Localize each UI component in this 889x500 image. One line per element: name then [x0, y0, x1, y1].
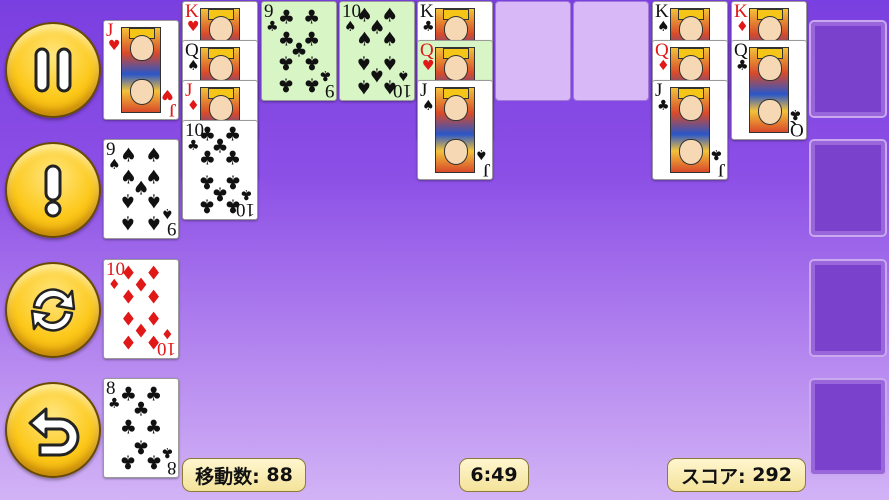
card-pips: ♣ ♣ ♣ ♣ ♣ ♣ ♣ ♣ ♣ ♣ — [198, 123, 242, 217]
card-pips: ♠ ♠ ♠ ♠ ♠ ♠ ♠ ♠ ♠ ♠ — [355, 4, 399, 98]
refresh-icon — [30, 288, 76, 332]
moves-counter: 移動数: 88 — [182, 458, 306, 492]
card-jack-of-spades[interactable]: J ♠ J ♠ — [417, 80, 493, 180]
timer: 6:49 — [459, 458, 529, 492]
card-ten-of-clubs[interactable]: 10 ♣ ♣ ♣ ♣ ♣ ♣ ♣ ♣ ♣ ♣ ♣ 10 ♣ — [182, 120, 258, 220]
card-pips: ♣ ♣ ♣ ♣ ♣ ♣ ♣ ♣ ♣ — [277, 6, 321, 96]
foundation-slot[interactable] — [809, 139, 887, 237]
redeal-button[interactable] — [5, 262, 101, 358]
card-queen-of-clubs[interactable]: Q ♣ Q ♣ — [731, 40, 807, 140]
face-art — [435, 87, 475, 173]
face-art — [121, 27, 161, 113]
score-counter: スコア: 292 — [667, 458, 806, 492]
card-pips: ♣ ♣ ♣ ♣ ♣ ♣ ♣ ♣ — [119, 383, 163, 473]
score-value: 292 — [752, 464, 792, 486]
pause-button[interactable] — [5, 22, 101, 118]
undo-button[interactable] — [5, 382, 101, 478]
card-jack-of-hearts[interactable]: J ♥ J ♥ — [103, 20, 179, 120]
foundation-slot[interactable] — [809, 20, 887, 118]
card-nine-of-spades[interactable]: 9 ♠ ♠ ♠ ♠ ♠ ♠ ♠ ♠ ♠ ♠ 9 ♠ — [103, 139, 179, 239]
exclamation-icon — [44, 164, 62, 218]
timer-value: 6:49 — [470, 464, 518, 486]
moves-value: 88 — [266, 464, 293, 486]
undo-icon — [28, 407, 80, 457]
card-nine-of-clubs[interactable]: 9 ♣ ♣ ♣ ♣ ♣ ♣ ♣ ♣ ♣ ♣ 9 ♣ — [261, 1, 337, 101]
card-ten-of-diamonds[interactable]: 10 ♦ ♦ ♦ ♦ ♦ ♦ ♦ ♦ ♦ ♦ ♦ 10 ♦ — [103, 259, 179, 359]
score-label: スコア: — [681, 465, 746, 488]
face-art — [749, 47, 789, 133]
card-ten-of-spades[interactable]: 10 ♠ ♠ ♠ ♠ ♠ ♠ ♠ ♠ ♠ ♠ ♠ 10 ♠ — [339, 1, 415, 101]
card-pips: ♠ ♠ ♠ ♠ ♠ ♠ ♠ ♠ ♠ — [119, 144, 163, 234]
moves-label: 移動数: — [195, 465, 260, 488]
card-jack-of-clubs[interactable]: J ♣ J ♣ — [652, 80, 728, 180]
empty-tableau-slot[interactable] — [573, 1, 649, 101]
card-eight-of-clubs[interactable]: 8 ♣ ♣ ♣ ♣ ♣ ♣ ♣ ♣ ♣ 8 ♣ — [103, 378, 179, 478]
pause-icon — [34, 47, 72, 93]
card-pips: ♦ ♦ ♦ ♦ ♦ ♦ ♦ ♦ ♦ ♦ — [119, 262, 163, 355]
foundation-slot[interactable] — [809, 378, 887, 476]
empty-tableau-slot[interactable] — [495, 1, 571, 101]
face-art — [670, 87, 710, 173]
hint-button[interactable] — [5, 142, 101, 238]
foundation-slot[interactable] — [809, 259, 887, 357]
